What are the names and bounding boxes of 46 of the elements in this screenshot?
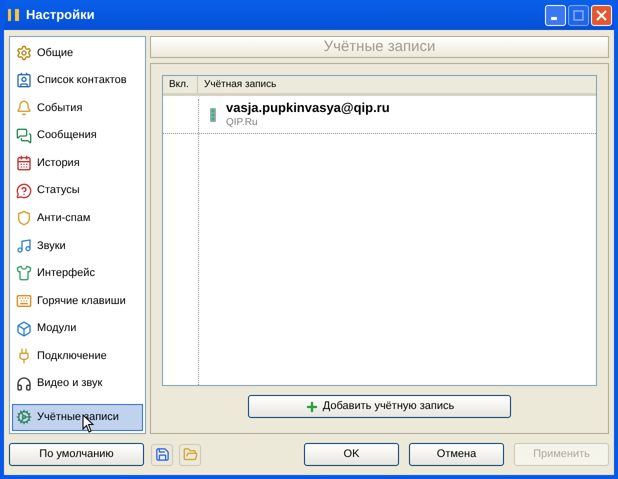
sidebar-item[interactable]: Звуки — [12, 232, 143, 260]
question-bubble-icon — [16, 182, 32, 199]
music-note-icon — [16, 238, 32, 254]
window-title: Настройки — [26, 6, 96, 24]
sidebar-item[interactable]: Сообщения — [12, 122, 143, 150]
sidebar-item[interactable]: Статусы — [12, 176, 143, 204]
sidebar-item[interactable]: История — [12, 149, 143, 177]
plus-icon — [304, 400, 319, 414]
save-icon — [154, 447, 170, 462]
network-name: QIP.Ru — [226, 116, 258, 130]
sidebar-item[interactable]: Общие — [12, 39, 143, 67]
sidebar-item[interactable]: Интерфейс — [12, 260, 143, 288]
shirt-icon — [16, 265, 32, 282]
chat-bubbles-icon — [16, 128, 32, 144]
bell-icon — [16, 100, 32, 116]
sidebar-item[interactable]: Список контактов — [12, 66, 143, 94]
sidebar-item[interactable]: Учётные записи — [12, 404, 143, 432]
sidebar-item[interactable]: Подключение — [12, 342, 143, 370]
shield-icon — [16, 210, 32, 226]
save-button[interactable] — [151, 444, 173, 466]
contact-card-icon — [16, 72, 32, 88]
maximize-icon — [573, 10, 584, 20]
account-name: vasja.pupkinvasya@qip.ru — [226, 100, 390, 114]
panel-header: Учётные записи — [150, 36, 609, 58]
calendar-icon — [16, 155, 32, 172]
cube-icon — [16, 320, 32, 337]
sidebar-item[interactable]: Анти-спам — [12, 204, 143, 232]
column-header[interactable]: Учётная запись — [198, 76, 596, 93]
dialog-button[interactable]: Отмена — [409, 443, 504, 466]
close-button[interactable] — [591, 4, 612, 26]
headphones-icon — [16, 376, 32, 392]
add-account-button[interactable]: Добавить учётную запись — [248, 395, 511, 418]
sidebar-item[interactable]: Видео и звук — [12, 370, 143, 398]
keyboard-icon — [16, 292, 32, 309]
column-header[interactable]: Вкл. — [163, 76, 198, 93]
folder-icon — [182, 447, 198, 462]
gear-icon — [16, 44, 32, 61]
minimize-icon — [551, 17, 557, 20]
table-row[interactable]: vasja.pupkinvasya@qip.ru QIP.Ru — [163, 96, 596, 134]
sidebar-item[interactable]: Модули — [12, 314, 143, 342]
dialog-button[interactable]: OK — [304, 443, 399, 466]
minimize-button[interactable] — [545, 4, 566, 26]
defaults-button[interactable]: По умолчанию — [9, 443, 144, 466]
sidebar-item[interactable]: Горячие клавиши — [12, 287, 143, 315]
close-icon — [596, 10, 607, 20]
sidebar-item[interactable]: События — [12, 94, 143, 122]
